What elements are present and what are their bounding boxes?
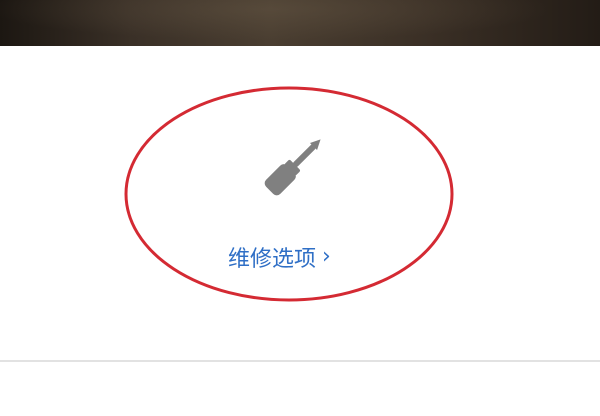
chevron-right-icon: › <box>322 244 331 269</box>
screwdriver-icon <box>264 139 321 196</box>
hero-image-strip <box>0 0 600 46</box>
repair-options-link[interactable]: 维修选项 › <box>228 240 331 274</box>
section-divider <box>0 360 600 362</box>
repair-options-label: 维修选项 <box>228 247 317 272</box>
